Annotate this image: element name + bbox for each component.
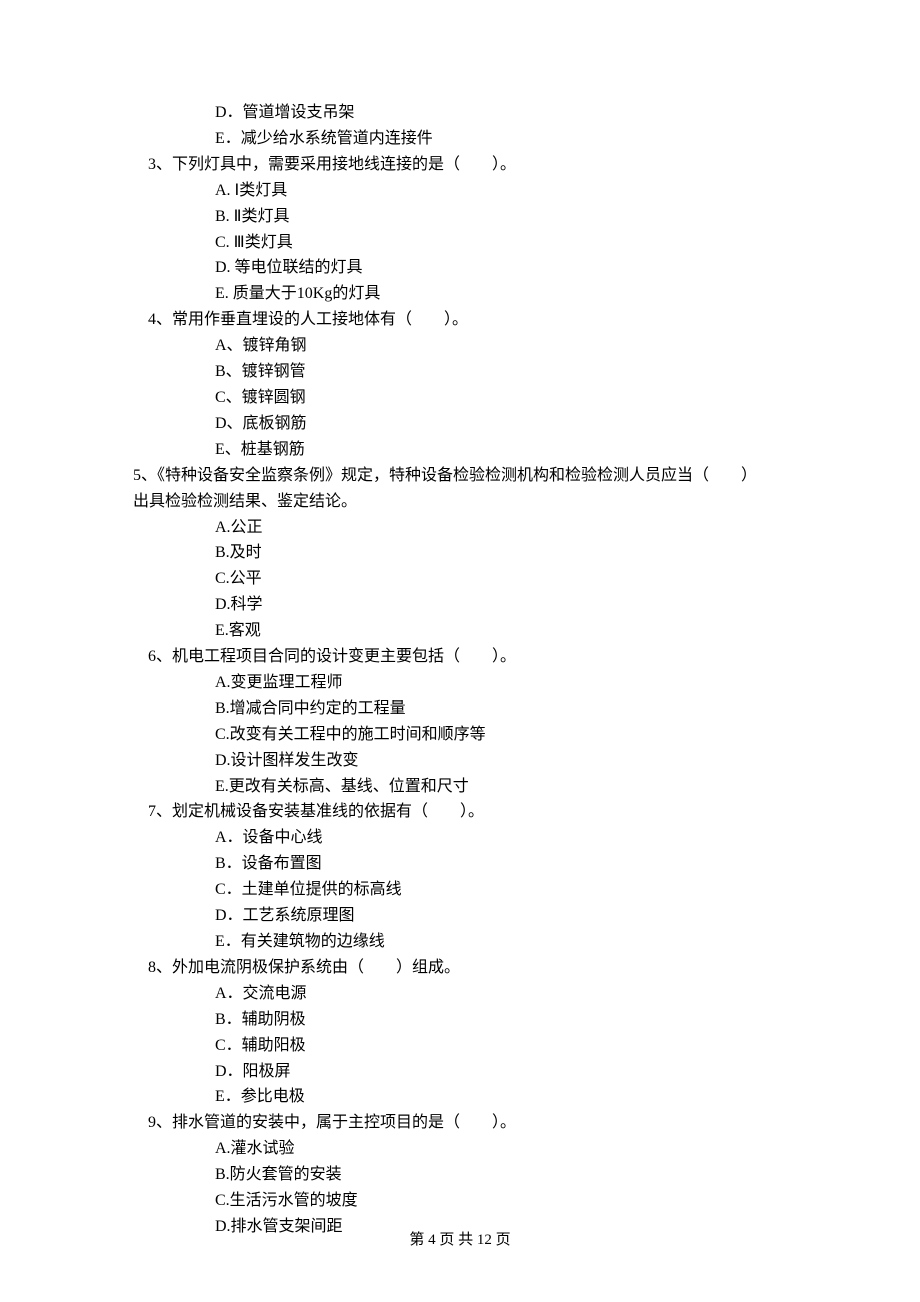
option-3-c: C. Ⅲ类灯具 [148, 230, 770, 256]
option-8-d: D．阳极屏 [148, 1059, 770, 1085]
option-4-c: C、镀锌圆钢 [148, 385, 770, 411]
option-7-c: C．土建单位提供的标高线 [148, 877, 770, 903]
option-5-d: D.科学 [148, 592, 770, 618]
option-3-e: E. 质量大于10Kg的灯具 [148, 281, 770, 307]
option-3-a: A. Ⅰ类灯具 [148, 178, 770, 204]
option-7-a: A．设备中心线 [148, 825, 770, 851]
option-9-b: B.防火套管的安装 [148, 1162, 770, 1188]
option-5-a: A.公正 [148, 515, 770, 541]
option-4-d: D、底板钢筋 [148, 411, 770, 437]
option-4-b: B、镀锌钢管 [148, 359, 770, 385]
option-6-e: E.更改有关标高、基线、位置和尺寸 [148, 774, 770, 800]
option-8-b: B．辅助阴极 [148, 1007, 770, 1033]
option-8-e: E．参比电极 [148, 1084, 770, 1110]
option-5-b: B.及时 [148, 540, 770, 566]
option-4-e: E、桩基钢筋 [148, 437, 770, 463]
option-3-b: B. Ⅱ类灯具 [148, 204, 770, 230]
option-6-c: C.改变有关工程中的施工时间和顺序等 [148, 722, 770, 748]
question-5-stem: 5、《特种设备安全监察条例》规定，特种设备检验检测机构和检验检测人员应当（ ）出… [133, 463, 770, 515]
question-4-stem: 4、常用作垂直埋设的人工接地体有（ ）。 [148, 307, 770, 333]
option-5-c: C.公平 [148, 566, 770, 592]
question-7-stem: 7、划定机械设备安装基准线的依据有（ ）。 [148, 799, 770, 825]
option-9-c: C.生活污水管的坡度 [148, 1188, 770, 1214]
question-3-stem: 3、下列灯具中，需要采用接地线连接的是（ ）。 [148, 152, 770, 178]
option-6-d: D.设计图样发生改变 [148, 748, 770, 774]
option-5-e: E.客观 [148, 618, 770, 644]
question-6-stem: 6、机电工程项目合同的设计变更主要包括（ ）。 [148, 644, 770, 670]
option-9-a: A.灌水试验 [148, 1136, 770, 1162]
page: D．管道增设支吊架 E．减少给水系统管道内连接件 3、下列灯具中，需要采用接地线… [0, 0, 920, 1302]
option-3-d: D. 等电位联结的灯具 [148, 255, 770, 281]
option-6-b: B.增减合同中约定的工程量 [148, 696, 770, 722]
option-7-e: E．有关建筑物的边缘线 [148, 929, 770, 955]
question-9-stem: 9、排水管道的安装中，属于主控项目的是（ ）。 [148, 1110, 770, 1136]
page-footer: 第 4 页 共 12 页 [0, 1228, 920, 1252]
option-7-d: D．工艺系统原理图 [148, 903, 770, 929]
option-8-c: C．辅助阳极 [148, 1033, 770, 1059]
option-pre-e: E．减少给水系统管道内连接件 [148, 126, 770, 152]
option-8-a: A．交流电源 [148, 981, 770, 1007]
option-6-a: A.变更监理工程师 [148, 670, 770, 696]
option-pre-d: D．管道增设支吊架 [148, 100, 770, 126]
question-8-stem: 8、外加电流阴极保护系统由（ ）组成。 [148, 955, 770, 981]
option-4-a: A、镀锌角钢 [148, 333, 770, 359]
option-7-b: B．设备布置图 [148, 851, 770, 877]
content-body: D．管道增设支吊架 E．减少给水系统管道内连接件 3、下列灯具中，需要采用接地线… [0, 100, 920, 1240]
